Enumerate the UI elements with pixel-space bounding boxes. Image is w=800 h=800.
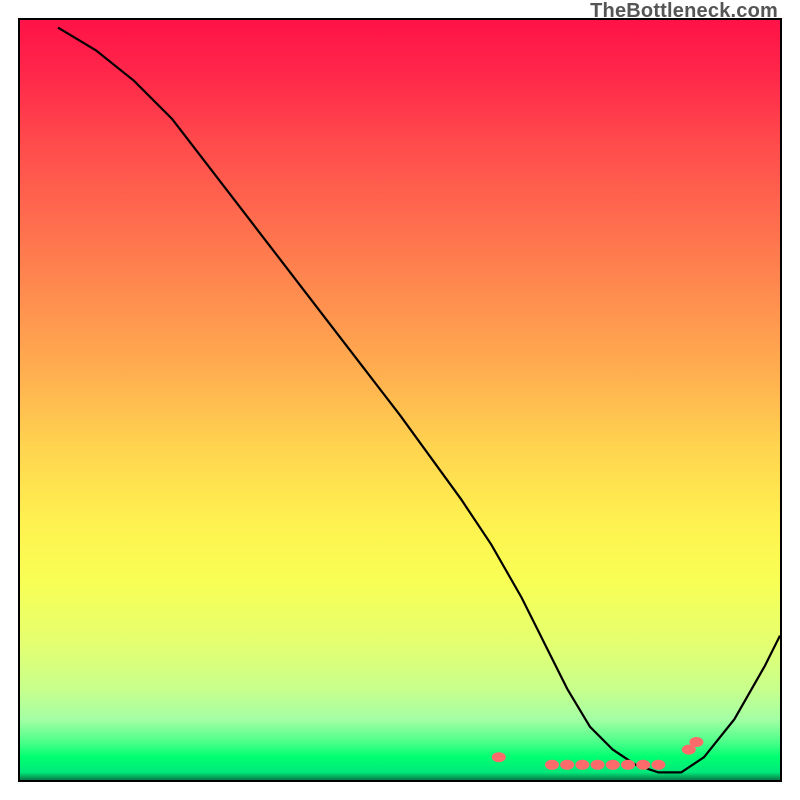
plot-area xyxy=(18,18,782,782)
chart-container: TheBottleneck.com xyxy=(0,0,800,800)
heatmap-gradient xyxy=(20,20,780,780)
